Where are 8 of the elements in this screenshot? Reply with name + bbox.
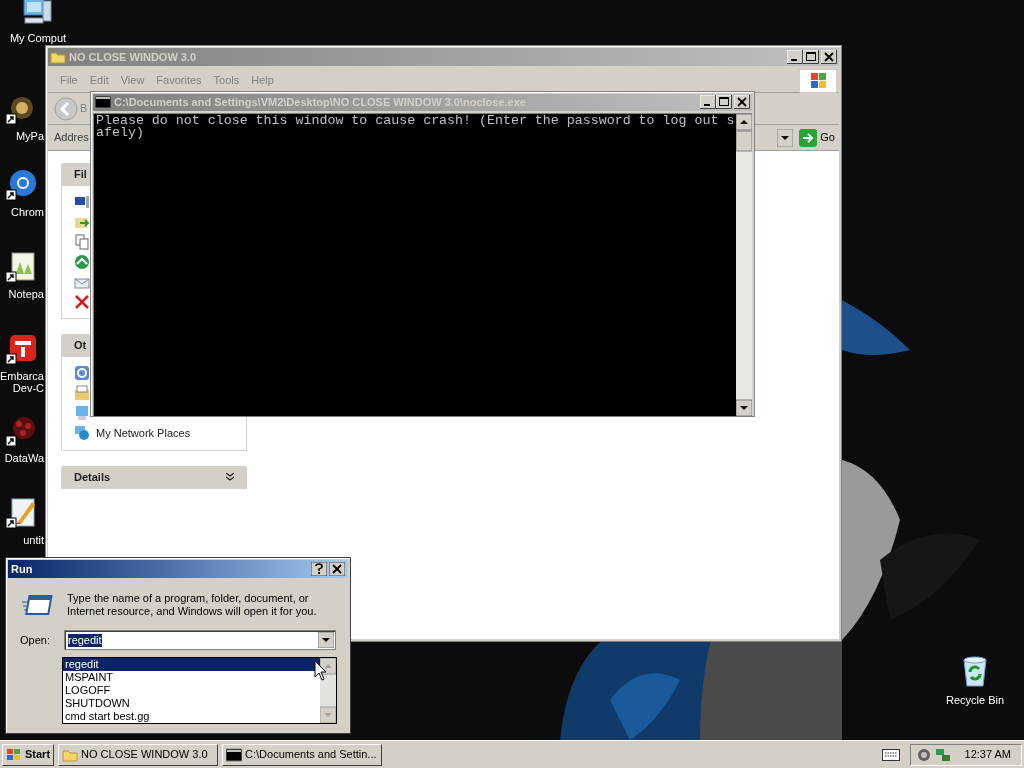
windows-logo-icon <box>6 747 22 762</box>
console-icon <box>226 747 243 762</box>
clock: 12:37 AM <box>964 747 1011 763</box>
taskbar-button[interactable]: NO CLOSE WINDOW 3.0 <box>58 743 219 766</box>
taskbar-button[interactable]: C:\Documents and Settin... <box>222 743 383 766</box>
keyboard-icon[interactable] <box>881 748 900 761</box>
start-button[interactable]: Start <box>2 743 55 766</box>
folder-icon <box>62 747 79 762</box>
